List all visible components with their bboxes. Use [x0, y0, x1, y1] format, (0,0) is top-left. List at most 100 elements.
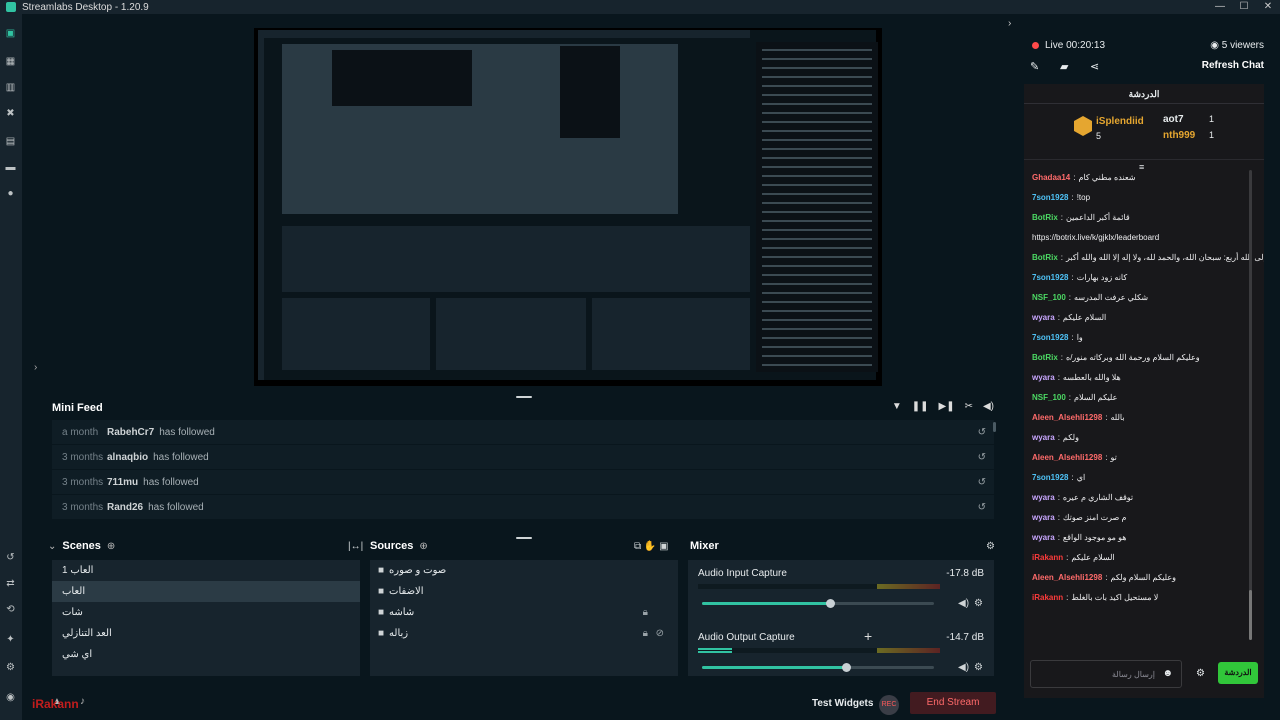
collapse-arrow-icon[interactable]: › [34, 362, 37, 373]
chat-send-button[interactable]: الدردشة [1218, 662, 1258, 684]
chat-scrollbar[interactable] [1249, 170, 1252, 640]
scene-item-selected[interactable]: العاب [52, 581, 360, 602]
apps-icon[interactable]: ✦ [5, 634, 16, 645]
replay-icon[interactable]: ↺ [978, 452, 986, 463]
event-time: 3 months [62, 501, 104, 513]
skip-icon[interactable]: ▶❚ [939, 401, 955, 412]
account-icon[interactable]: ◉ [5, 692, 16, 703]
stream-preview[interactable] [254, 28, 882, 386]
left-navigation: ▣ ▦ ▥ ✖ ▤ ▬ ● ↺ ⇄ ⟲ ✦ ⚙ ◉ [0, 14, 22, 720]
lock-icon[interactable]: 🔒︎ [643, 623, 648, 644]
mute-icon[interactable]: ◀) [958, 598, 969, 609]
chat-username[interactable]: iRakann [1032, 593, 1063, 603]
layout-editor-icon[interactable]: ⇄ [5, 578, 16, 589]
chat-username[interactable]: 7son1928 [1032, 273, 1068, 283]
tools-icon[interactable]: ✖ [5, 108, 16, 119]
source-folder-icon[interactable]: ⧉ ✋ ▣ [634, 541, 669, 552]
edit-icon[interactable]: ✎ [1030, 60, 1039, 73]
chat-username[interactable]: iRakann [1032, 553, 1063, 563]
chat-text: https://botrix.live/k/gjklx/leaderboard [1032, 233, 1160, 242]
share-icon[interactable]: ⋖ [1090, 60, 1099, 73]
chat-username[interactable]: Aleen_Alsehli1298 [1032, 453, 1102, 463]
chat-username[interactable]: 7son1928 [1032, 333, 1068, 343]
chat-message: NSF_100: شكلي عرفت المدرسه [1024, 288, 1264, 308]
volume-slider[interactable] [702, 599, 934, 608]
volume-slider[interactable] [702, 663, 934, 672]
chat-username[interactable]: wyara [1032, 313, 1055, 323]
settings-icon[interactable]: ⚙ [5, 662, 16, 673]
scene-item[interactable]: شات [52, 602, 360, 623]
source-item[interactable]: ■ زباله 🔒︎ ⊘ [370, 623, 678, 644]
chat-username[interactable]: BotRix [1032, 213, 1058, 223]
lock-icon[interactable]: 🔒︎ [643, 602, 648, 623]
chat-username[interactable]: Ghadaa14 [1032, 173, 1070, 183]
media-icon[interactable]: ● [5, 188, 16, 199]
chat-settings-icon[interactable]: ⚙ [1196, 668, 1205, 679]
chat-username[interactable]: BotRix [1032, 353, 1058, 363]
scene-item[interactable]: العاب 1 [52, 560, 360, 581]
emoji-icon[interactable]: ☻ [1162, 668, 1173, 679]
chat-username[interactable]: NSF_100 [1032, 293, 1066, 303]
collapse-chat-icon[interactable]: › [1008, 18, 1011, 29]
source-item[interactable]: ■ شاشه 🔒︎ [370, 602, 678, 623]
chat-input[interactable]: إرسال رسالة ☻ [1030, 660, 1182, 688]
mixer-settings-icon[interactable]: ⚙ [986, 541, 995, 552]
test-widgets-button[interactable]: REC [879, 695, 899, 715]
chat-colon: : [1057, 373, 1060, 382]
chat-username[interactable]: wyara [1032, 533, 1055, 543]
chat-username[interactable]: wyara [1032, 373, 1055, 383]
chat-text: هلا والله بالعطسه [1062, 373, 1121, 382]
mute-icon[interactable]: ◀) [958, 662, 969, 673]
replay-icon[interactable]: ↺ [978, 427, 986, 438]
replay-icon[interactable]: ⟲ [5, 604, 16, 615]
replay-icon[interactable]: ↺ [978, 502, 986, 513]
scene-transitions-icon[interactable]: |↔| [348, 541, 363, 552]
event-action: has followed [159, 426, 215, 438]
end-stream-button[interactable]: End Stream [910, 692, 996, 714]
chat-username[interactable]: wyara [1032, 493, 1055, 503]
source-item[interactable]: ■ الاضفات [370, 581, 678, 602]
mini-feed-scrollbar[interactable] [993, 422, 996, 432]
chat-username[interactable]: Aleen_Alsehli1298 [1032, 413, 1102, 423]
collapse-scenes-icon[interactable]: ⌄ [48, 541, 56, 552]
notifications-icon[interactable]: ♪ [80, 696, 85, 707]
library-icon[interactable]: ▥ [5, 82, 16, 93]
source-item[interactable]: ■ صوت و صوره [370, 560, 678, 581]
minimize-button[interactable]: — [1208, 0, 1232, 14]
chat-username[interactable]: NSF_100 [1032, 393, 1066, 403]
chat-username[interactable]: 7son1928 [1032, 193, 1068, 203]
themes-icon[interactable]: ▦ [5, 56, 16, 67]
close-button[interactable]: ✕ [1256, 0, 1280, 14]
event-user: 711mu [107, 476, 139, 488]
filter-icon[interactable]: ▼ [892, 401, 902, 412]
grid-icon[interactable]: ▤ [5, 136, 16, 147]
add-scene-icon[interactable]: ⊕ [107, 541, 115, 552]
maximize-button[interactable]: ☐ [1232, 0, 1256, 14]
chat-username[interactable]: wyara [1032, 433, 1055, 443]
replay-icon[interactable]: ↺ [978, 477, 986, 488]
scene-item[interactable]: اي شي [52, 644, 360, 665]
chat-text: اي [1076, 473, 1086, 482]
store-icon[interactable]: ▬ [5, 162, 16, 173]
chat-username[interactable]: Aleen_Alsehli1298 [1032, 573, 1102, 583]
channel-settings-icon[interactable]: ⚙ [974, 662, 983, 673]
hidden-eye-icon[interactable]: ⊘ [656, 623, 664, 644]
chat-message: Ghadaa14: شعنده مطني كام [1024, 168, 1264, 188]
mini-feed-toolbar: ▼ ❚❚ ▶❚ ✂ ◀) [892, 401, 994, 412]
scenes-header: ⌄ Scenes ⊕ [48, 540, 115, 552]
scene-item[interactable]: العد التنازلي [52, 623, 360, 644]
editor-icon[interactable]: ▣ [5, 28, 16, 39]
pause-icon[interactable]: ❚❚ [912, 401, 929, 412]
refresh-chat-button[interactable]: Refresh Chat [1202, 60, 1264, 71]
volume-icon[interactable]: ◀) [983, 401, 994, 412]
studio-mode-icon[interactable]: ↺ [5, 552, 16, 563]
channel-settings-icon[interactable]: ⚙ [974, 598, 983, 609]
chat-username[interactable]: BotRix [1032, 253, 1058, 263]
add-source-icon[interactable]: ⊕ [419, 541, 427, 552]
chat-username[interactable]: 7son1928 [1032, 473, 1068, 483]
chat-username[interactable]: wyara [1032, 513, 1055, 523]
chat-colon: : [1057, 433, 1060, 442]
popout-icon[interactable]: ▰ [1060, 60, 1068, 73]
event-action: has followed [148, 501, 204, 513]
mute-alerts-icon[interactable]: ✂ [965, 401, 973, 412]
